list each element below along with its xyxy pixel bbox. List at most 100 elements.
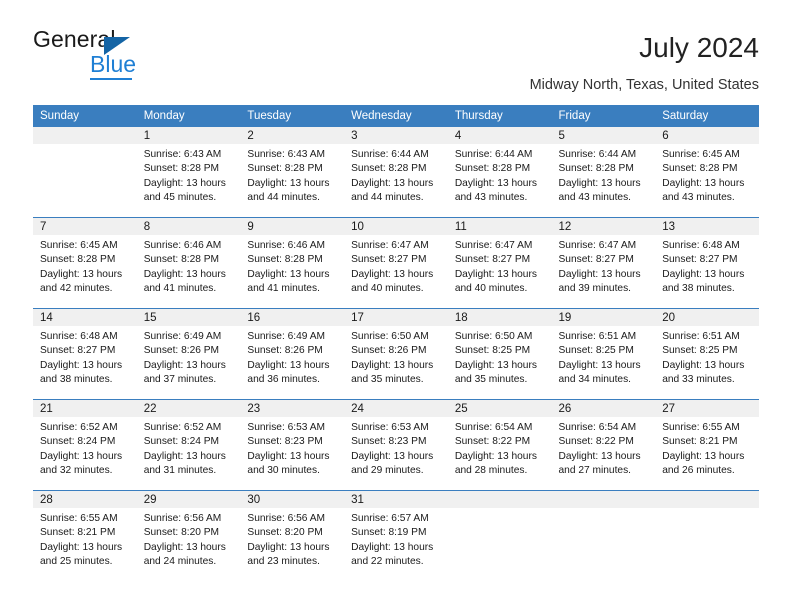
day-number: 14 [33, 309, 137, 326]
daylight-text-line1: Daylight: 13 hours [454, 450, 537, 462]
daylight-text-line2: and 28 minutes. [454, 465, 528, 477]
sunrise-text: Sunrise: 6:54 AM [454, 422, 533, 433]
day-number: 1 [136, 127, 241, 144]
calendar-day-cell[interactable]: 21 Sunrise: 6:52 AM Sunset: 8:24 PM Dayligh… [33, 399, 137, 491]
sunrise-text: Sunrise: 6:45 AM [662, 149, 740, 160]
daylight-text-line1: Daylight: 13 hours [662, 177, 745, 189]
daylight-text-line1: Daylight: 13 hours [247, 450, 330, 462]
sunrise-text: Sunrise: 6:44 AM [558, 149, 637, 160]
calendar-day-cell[interactable]: 4 Sunrise: 6:44 AM Sunset: 8:28 PM Daylight… [447, 127, 552, 218]
sunrise-text: Sunrise: 6:48 AM [662, 240, 740, 251]
day-details: Sunrise: 6:49 AM Sunset: 8:26 PM Daylight:… [137, 326, 241, 388]
calendar-day-cell[interactable]: 12 Sunrise: 6:47 AM Sunset: 8:27 PM Dayligh… [551, 217, 656, 309]
calendar-day-cell[interactable]: 23 Sunrise: 6:53 AM Sunset: 8:23 PM Dayligh… [240, 399, 345, 491]
sunrise-text: Sunrise: 6:48 AM [40, 331, 118, 342]
calendar-day-cell[interactable]: 17 Sunrise: 6:50 AM Sunset: 8:26 PM Dayligh… [344, 308, 448, 400]
calendar-day-cell[interactable]: 24 Sunrise: 6:53 AM Sunset: 8:23 PM Dayligh… [344, 399, 448, 491]
sunrise-text: Sunrise: 6:47 AM [454, 240, 533, 251]
calendar-week-row: 21 Sunrise: 6:52 AM Sunset: 8:24 PM Dayligh… [33, 399, 759, 491]
calendar-day-cell[interactable]: 29 Sunrise: 6:56 AM Sunset: 8:20 PM Dayligh… [136, 490, 241, 581]
day-number: 3 [344, 127, 448, 144]
daylight-text-line2: and 41 minutes. [247, 283, 320, 295]
calendar-day-cell[interactable]: 6 Sunrise: 6:45 AM Sunset: 8:28 PM Daylight… [655, 127, 759, 218]
sunrise-text: Sunrise: 6:44 AM [351, 149, 429, 160]
day-details: Sunrise: 6:52 AM Sunset: 8:24 PM Daylight:… [137, 417, 241, 479]
sunrise-text: Sunrise: 6:53 AM [247, 422, 325, 433]
logo-underline [90, 78, 132, 80]
calendar-day-cell[interactable]: 3 Sunrise: 6:44 AM Sunset: 8:28 PM Daylight… [344, 127, 448, 218]
calendar-day-cell[interactable]: 10 Sunrise: 6:47 AM Sunset: 8:27 PM Dayligh… [344, 217, 448, 309]
calendar-day-cell[interactable]: 11 Sunrise: 6:47 AM Sunset: 8:27 PM Dayligh… [447, 217, 552, 309]
calendar-day-cell[interactable]: 8 Sunrise: 6:46 AM Sunset: 8:28 PM Daylight… [136, 217, 241, 309]
day-number: 17 [344, 309, 448, 326]
calendar-day-cell[interactable]: 22 Sunrise: 6:52 AM Sunset: 8:24 PM Dayligh… [136, 399, 241, 491]
day-number: 12 [551, 218, 656, 235]
day-details: Sunrise: 6:46 AM Sunset: 8:28 PM Daylight:… [240, 235, 344, 297]
sunset-text: Sunset: 8:25 PM [558, 345, 634, 357]
daylight-text-line2: and 27 minutes. [558, 465, 632, 477]
day-number [447, 491, 552, 508]
daylight-text-line2: and 30 minutes. [247, 465, 320, 477]
calendar-day-cell[interactable]: 16 Sunrise: 6:49 AM Sunset: 8:26 PM Dayligh… [240, 308, 345, 400]
general-blue-logo: General Blue [33, 28, 233, 88]
weekday-header-saturday: Saturday [655, 105, 759, 127]
sunset-text: Sunset: 8:27 PM [662, 254, 738, 266]
sunset-text: Sunset: 8:20 PM [143, 527, 220, 539]
calendar-day-cell[interactable]: 15 Sunrise: 6:49 AM Sunset: 8:26 PM Dayligh… [136, 308, 241, 400]
sunset-text: Sunset: 8:20 PM [247, 527, 323, 539]
calendar-day-cell[interactable]: 25 Sunrise: 6:54 AM Sunset: 8:22 PM Dayligh… [447, 399, 552, 491]
sunrise-text: Sunrise: 6:53 AM [351, 422, 429, 433]
weekday-header-friday: Friday [551, 105, 656, 127]
calendar-day-cell[interactable]: 20 Sunrise: 6:51 AM Sunset: 8:25 PM Dayligh… [655, 308, 759, 400]
day-number: 2 [240, 127, 345, 144]
day-details: Sunrise: 6:45 AM Sunset: 8:28 PM Daylight:… [33, 235, 137, 297]
day-details: Sunrise: 6:49 AM Sunset: 8:26 PM Daylight:… [240, 326, 344, 388]
weekday-header-sunday: Sunday [33, 105, 137, 127]
day-number: 10 [344, 218, 448, 235]
day-number: 22 [136, 400, 241, 417]
calendar-day-cell[interactable]: 30 Sunrise: 6:56 AM Sunset: 8:20 PM Dayligh… [240, 490, 345, 581]
daylight-text-line1: Daylight: 13 hours [40, 450, 123, 462]
day-number: 24 [344, 400, 448, 417]
daylight-text-line2: and 24 minutes. [143, 556, 217, 568]
daylight-text-line1: Daylight: 13 hours [247, 268, 330, 280]
daylight-text-line1: Daylight: 13 hours [558, 359, 641, 371]
daylight-text-line1: Daylight: 13 hours [558, 450, 641, 462]
sunset-text: Sunset: 8:21 PM [40, 527, 116, 539]
day-number: 5 [551, 127, 656, 144]
sunset-text: Sunset: 8:24 PM [143, 436, 220, 448]
sunset-text: Sunset: 8:28 PM [351, 163, 427, 175]
calendar-day-cell[interactable]: 28 Sunrise: 6:55 AM Sunset: 8:21 PM Dayligh… [33, 490, 137, 581]
calendar-day-cell[interactable]: 9 Sunrise: 6:46 AM Sunset: 8:28 PM Daylight… [240, 217, 345, 309]
calendar-day-cell[interactable]: 1 Sunrise: 6:43 AM Sunset: 8:28 PM Daylight… [136, 127, 241, 218]
calendar-day-cell[interactable]: 14 Sunrise: 6:48 AM Sunset: 8:27 PM Dayligh… [33, 308, 137, 400]
day-number: 13 [655, 218, 759, 235]
calendar-day-cell[interactable]: 7 Sunrise: 6:45 AM Sunset: 8:28 PM Daylight… [33, 217, 137, 309]
day-details: Sunrise: 6:50 AM Sunset: 8:26 PM Daylight:… [344, 326, 448, 388]
sunrise-text: Sunrise: 6:56 AM [247, 513, 325, 524]
day-number: 26 [551, 400, 656, 417]
daylight-text-line2: and 36 minutes. [247, 374, 320, 386]
day-number: 11 [447, 218, 552, 235]
day-details: Sunrise: 6:44 AM Sunset: 8:28 PM Daylight:… [552, 144, 656, 206]
day-number: 6 [655, 127, 759, 144]
day-number: 18 [447, 309, 552, 326]
calendar-day-cell[interactable]: 2 Sunrise: 6:43 AM Sunset: 8:28 PM Daylight… [240, 127, 345, 218]
sunset-text: Sunset: 8:28 PM [454, 163, 531, 175]
sunset-text: Sunset: 8:27 PM [351, 254, 427, 266]
calendar-day-cell[interactable]: 18 Sunrise: 6:50 AM Sunset: 8:25 PM Dayligh… [447, 308, 552, 400]
calendar-day-cell[interactable]: 13 Sunrise: 6:48 AM Sunset: 8:27 PM Dayligh… [655, 217, 759, 309]
calendar-table: Sunday Monday Tuesday Wednesday Thursday… [33, 105, 759, 581]
daylight-text-line2: and 41 minutes. [143, 283, 217, 295]
calendar-day-cell[interactable]: 26 Sunrise: 6:54 AM Sunset: 8:22 PM Dayligh… [551, 399, 656, 491]
daylight-text-line1: Daylight: 13 hours [351, 268, 434, 280]
calendar-day-cell[interactable]: 19 Sunrise: 6:51 AM Sunset: 8:25 PM Dayligh… [551, 308, 656, 400]
day-number: 28 [33, 491, 137, 508]
calendar-day-cell[interactable]: 31 Sunrise: 6:57 AM Sunset: 8:19 PM Dayligh… [344, 490, 448, 581]
day-details: Sunrise: 6:45 AM Sunset: 8:28 PM Daylight:… [655, 144, 759, 206]
calendar-page: General Blue July 2024 Midway North, Tex… [0, 0, 792, 612]
day-details: Sunrise: 6:43 AM Sunset: 8:28 PM Daylight:… [240, 144, 344, 206]
calendar-day-cell[interactable]: 5 Sunrise: 6:44 AM Sunset: 8:28 PM Daylight… [551, 127, 656, 218]
sunset-text: Sunset: 8:28 PM [40, 254, 116, 266]
calendar-day-cell[interactable]: 27 Sunrise: 6:55 AM Sunset: 8:21 PM Dayligh… [655, 399, 759, 491]
